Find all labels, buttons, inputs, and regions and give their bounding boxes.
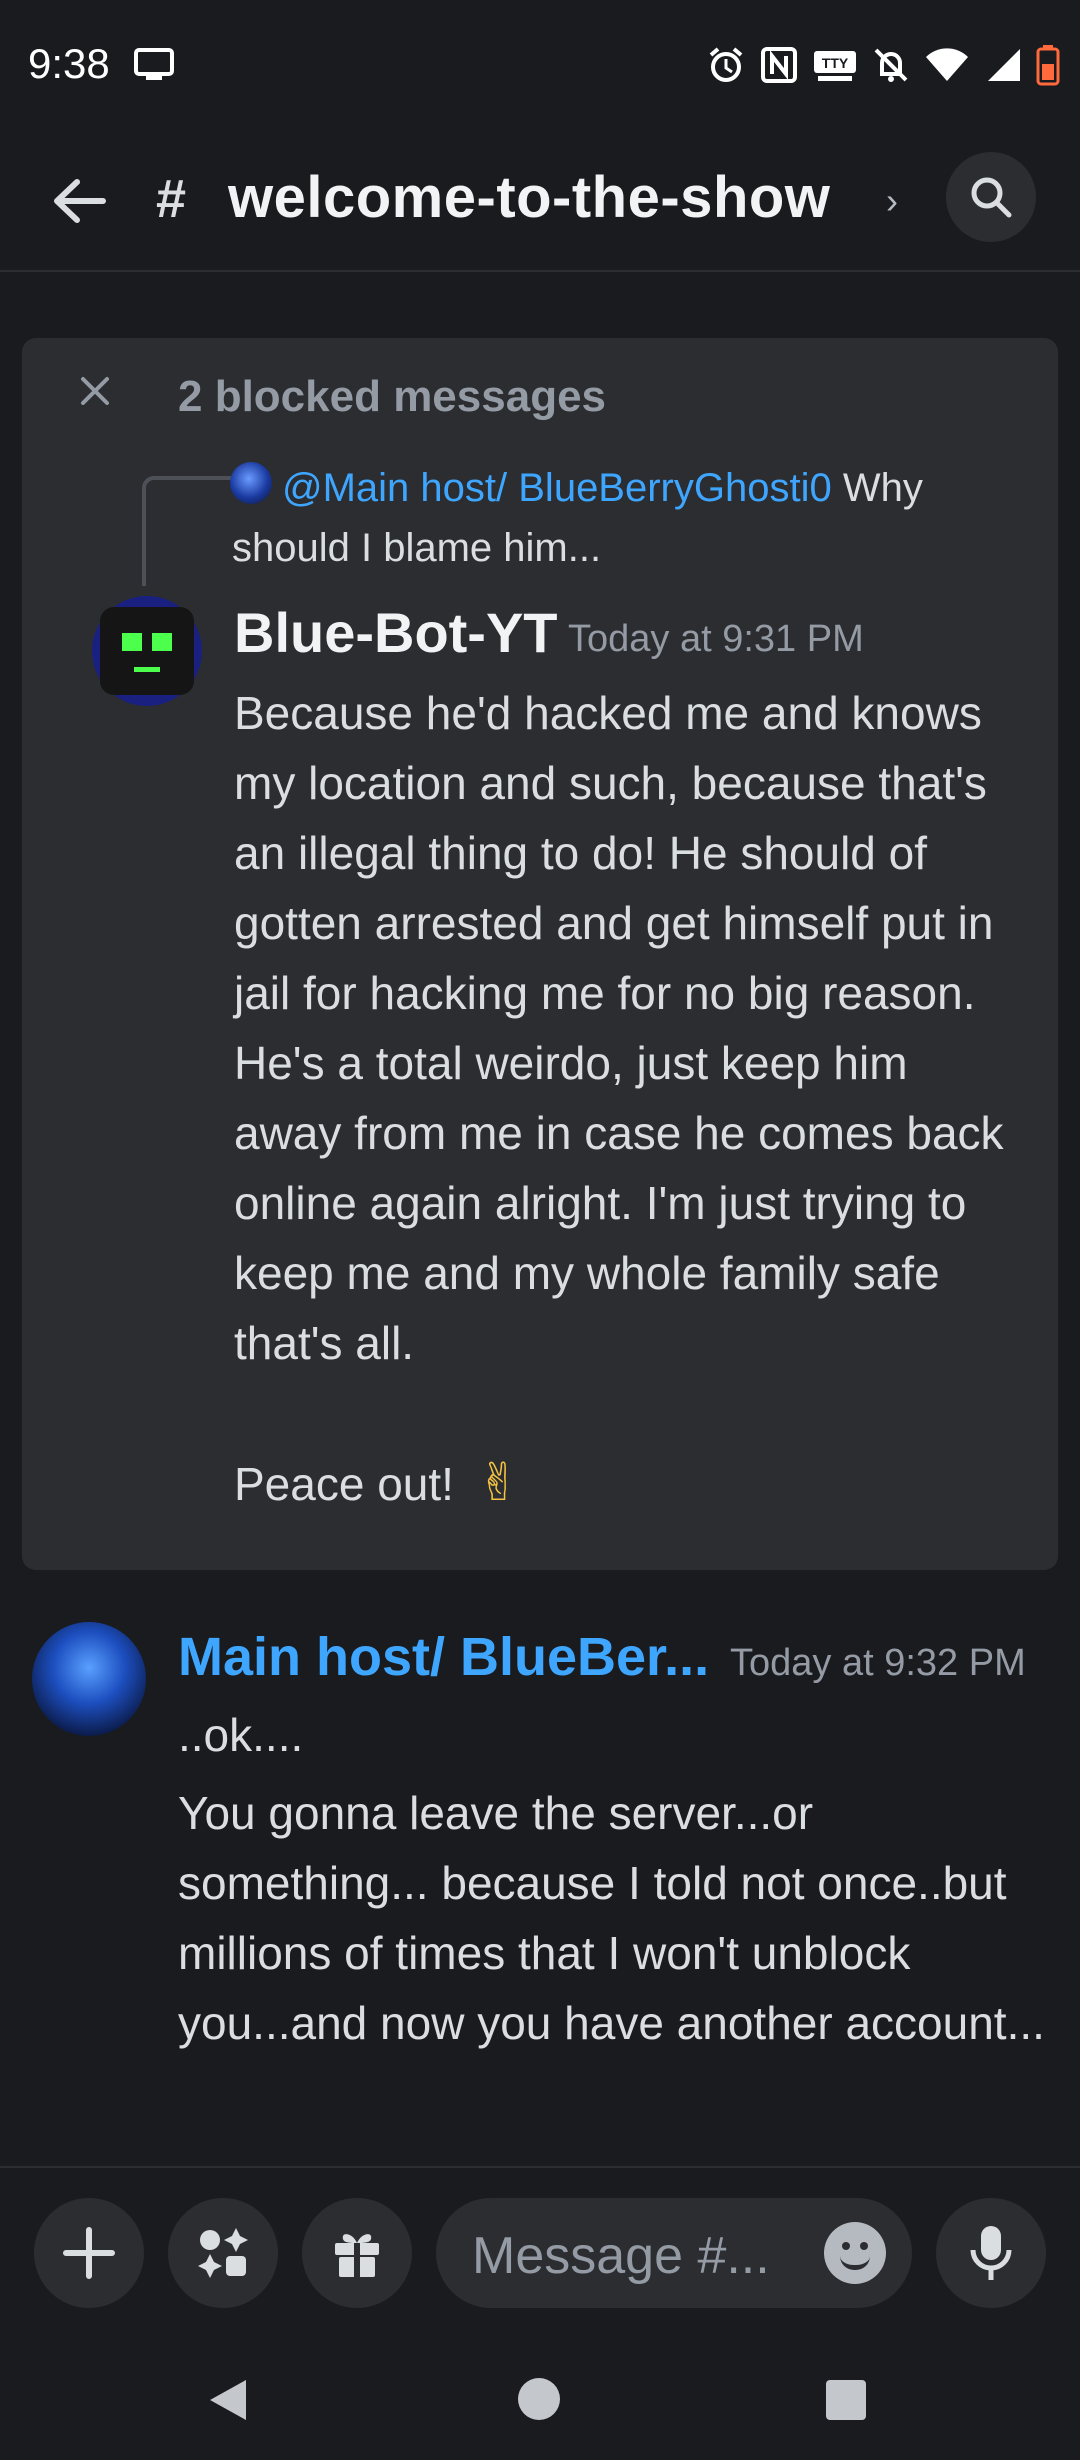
system-nav-bar [0, 2336, 1080, 2460]
nfc-icon [760, 46, 798, 84]
message-body: Because he'd hacked me and knows my loca… [234, 687, 1004, 1369]
apps-button[interactable] [168, 2198, 278, 2308]
mic-icon [970, 2226, 1012, 2280]
victory-hand-emoji-icon: ✌ [476, 1454, 521, 1512]
back-button[interactable] [44, 166, 114, 236]
robot-face-icon [100, 607, 194, 695]
gift-button[interactable] [302, 2198, 412, 2308]
message-placeholder: Message #... [472, 2227, 770, 2285]
message-input-bar: Message #... [0, 2166, 1080, 2336]
status-time: 9:38 [28, 40, 110, 87]
tty-icon: TTY [812, 47, 858, 83]
search-icon [971, 177, 1012, 218]
chevron-right-icon[interactable]: › [886, 180, 898, 222]
blocked-messages-title[interactable]: 2 blocked messages [178, 372, 606, 422]
reply-preview[interactable]: @Main host/ BlueBerryGhosti0 Why should … [232, 458, 1012, 578]
nav-back-icon[interactable] [206, 2376, 250, 2429]
wifi-icon [924, 47, 970, 83]
signal-icon [984, 47, 1022, 83]
gift-icon [335, 2234, 379, 2277]
battery-icon [1036, 44, 1060, 86]
message-author[interactable]: Main host/ BlueBer... [178, 1626, 709, 1688]
message-body-2: Peace out! ✌ [234, 1448, 520, 1519]
search-button[interactable] [946, 152, 1036, 242]
status-icons: TTY [706, 44, 1060, 86]
close-icon [81, 377, 109, 405]
nav-recents-icon[interactable] [826, 2380, 866, 2420]
channel-header: # welcome-to-the-show › [0, 130, 1080, 272]
add-button[interactable] [34, 2198, 144, 2308]
voice-message-button[interactable] [936, 2198, 1046, 2308]
cast-icon [134, 48, 174, 87]
close-button[interactable] [72, 368, 118, 414]
message-timestamp: Today at 9:32 PM [730, 1642, 1026, 1684]
avatar[interactable] [32, 1622, 146, 1736]
avatar[interactable] [92, 596, 202, 706]
message-timestamp: Today at 9:31 PM [568, 618, 864, 660]
channel-name[interactable]: welcome-to-the-show [228, 164, 830, 231]
message-author[interactable]: Blue-Bot-YT [234, 600, 558, 665]
alarm-icon [706, 45, 746, 85]
status-bar: 9:38 TTY [0, 0, 1080, 130]
apps-icon [198, 2228, 248, 2278]
message-body-2-text: Peace out! [234, 1458, 454, 1510]
reply-connector [142, 476, 242, 586]
blocked-messages-card: 2 blocked messages @Main host/ BlueBerry… [22, 338, 1058, 1570]
nav-home-icon[interactable] [518, 2378, 560, 2420]
emoji-icon[interactable] [824, 2222, 886, 2284]
message-input[interactable]: Message #... [436, 2198, 912, 2308]
message-body-2: You gonna leave the server...or somethin… [178, 1787, 1045, 2049]
bell-off-icon [872, 46, 910, 84]
back-arrow-icon [54, 179, 106, 223]
plus-icon [63, 2227, 115, 2279]
channel-hash: # [156, 169, 187, 229]
reply-mention[interactable]: @Main host/ BlueBerryGhosti0 [282, 466, 832, 510]
message-body: ..ok.... [178, 1709, 304, 1761]
svg-text:TTY: TTY [822, 55, 849, 71]
